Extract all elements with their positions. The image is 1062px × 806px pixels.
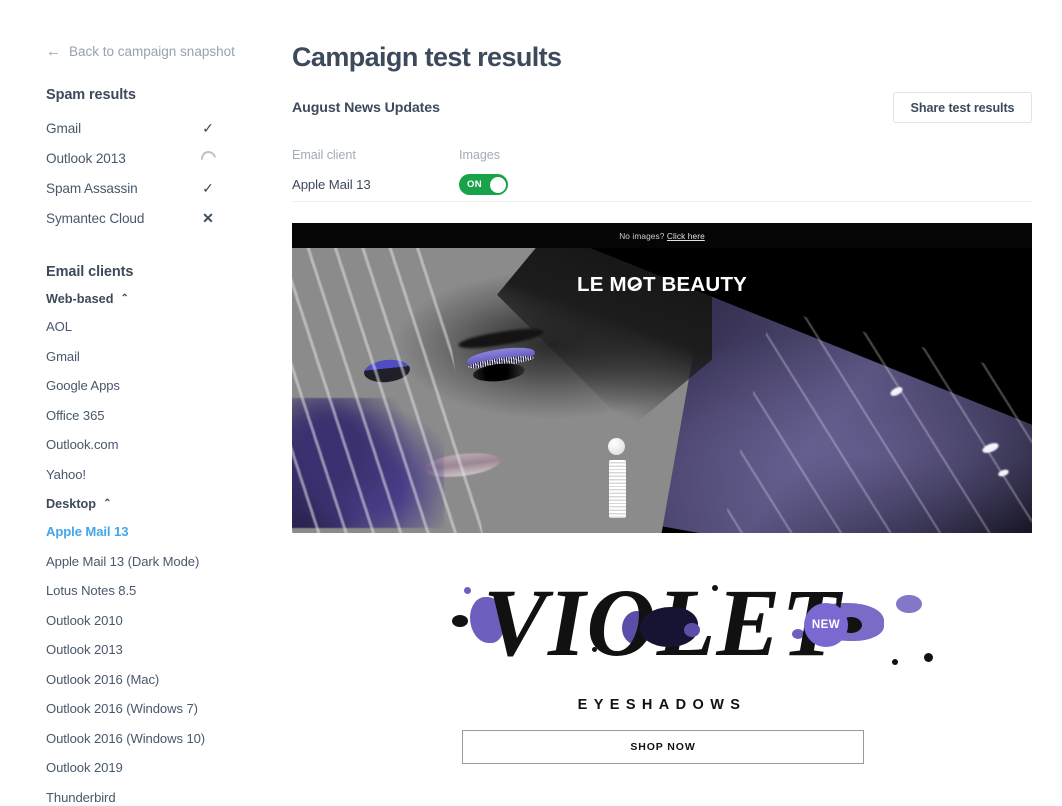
sidebar: ← Back to campaign snapshot Spam results… bbox=[0, 0, 285, 806]
sidebar-item-office-365[interactable]: Office 365 bbox=[46, 401, 285, 431]
spam-result-name: Outlook 2013 bbox=[46, 151, 126, 167]
chevron-up-icon: ⌃ bbox=[103, 497, 112, 509]
email-hero-image: LE MOT BEAUTY bbox=[292, 248, 1032, 533]
paint-splatter bbox=[464, 587, 471, 594]
back-to-campaign-snapshot-link[interactable]: ← Back to campaign snapshot bbox=[46, 43, 285, 61]
sidebar-item-apple-mail-13-dark-mode[interactable]: Apple Mail 13 (Dark Mode) bbox=[46, 547, 285, 577]
spam-result-row-symantec-cloud[interactable]: Symantec Cloud ✕ bbox=[46, 203, 218, 233]
spam-results-heading: Spam results bbox=[46, 87, 136, 103]
meta-email-client-value: Apple Mail 13 bbox=[292, 177, 371, 192]
logo-slashed-o: O bbox=[626, 273, 643, 296]
logo-text-after: T BEAUTY bbox=[642, 273, 748, 296]
group-header-desktop[interactable]: Desktop ⌃ bbox=[46, 497, 285, 511]
share-test-results-button[interactable]: Share test results bbox=[893, 92, 1032, 123]
sidebar-item-outlook-2016-windows-7[interactable]: Outlook 2016 (Windows 7) bbox=[46, 694, 285, 724]
sidebar-item-lotus-notes-85[interactable]: Lotus Notes 8.5 bbox=[46, 576, 285, 606]
sidebar-item-google-apps[interactable]: Google Apps bbox=[46, 371, 285, 401]
sidebar-item-yahoo[interactable]: Yahoo! bbox=[46, 460, 285, 490]
brand-logo: LE MOT BEAUTY bbox=[577, 273, 747, 297]
sidebar-item-apple-mail-13[interactable]: Apple Mail 13 bbox=[46, 517, 285, 547]
images-toggle-label: ON bbox=[467, 179, 482, 190]
check-icon: ✓ bbox=[202, 120, 214, 137]
paint-splatter bbox=[452, 615, 468, 627]
email-preview: No images? Click here LE MOT BEAUTY NEW … bbox=[292, 223, 1032, 806]
group-header-web-based[interactable]: Web-based ⌃ bbox=[46, 292, 285, 306]
paint-splatter bbox=[924, 653, 933, 662]
sidebar-item-outlook-2016-mac[interactable]: Outlook 2016 (Mac) bbox=[46, 665, 285, 695]
spam-result-name: Gmail bbox=[46, 121, 81, 137]
images-toggle[interactable]: ON bbox=[459, 174, 508, 195]
spam-result-name: Symantec Cloud bbox=[46, 210, 145, 226]
email-preheader-bar: No images? Click here bbox=[292, 223, 1032, 248]
sidebar-item-aol[interactable]: AOL bbox=[46, 312, 285, 342]
main-content: Campaign test results August News Update… bbox=[292, 0, 1062, 806]
sidebar-item-outlook-com[interactable]: Outlook.com bbox=[46, 430, 285, 460]
check-icon: ✓ bbox=[202, 179, 214, 196]
email-clients-heading: Email clients bbox=[46, 264, 134, 281]
arrow-left-icon: ← bbox=[46, 42, 61, 60]
meta-table-row: Apple Mail 13 ON bbox=[292, 172, 1032, 197]
section-divider bbox=[292, 201, 1032, 202]
paint-splatter bbox=[896, 595, 922, 613]
product-subtitle-eyeshadows: EYESHADOWS bbox=[577, 697, 747, 713]
paint-splatter bbox=[684, 623, 700, 637]
sidebar-item-outlook-2016-windows-10[interactable]: Outlook 2016 (Windows 10) bbox=[46, 724, 285, 754]
test-meta-table: Email client Images Apple Mail 13 ON bbox=[292, 148, 1032, 197]
logo-text-before: LE M bbox=[577, 273, 627, 296]
spam-result-row-outlook-2013[interactable]: Outlook 2013 bbox=[46, 144, 219, 174]
meta-table-header: Email client Images bbox=[292, 148, 1032, 168]
page-title: Campaign test results bbox=[292, 42, 562, 72]
email-product-block: VIOLET NEW EYESHADOWS bbox=[292, 533, 1032, 713]
sidebar-item-thunderbird[interactable]: Thunderbird bbox=[46, 783, 285, 806]
preheader-click-here-link[interactable]: Click here bbox=[667, 231, 705, 241]
hero-earring-tassel bbox=[609, 460, 626, 518]
spam-result-row-gmail[interactable]: Gmail ✓ bbox=[46, 114, 218, 144]
preheader-text: No images? Click here bbox=[619, 231, 705, 241]
chevron-up-icon: ⌃ bbox=[120, 292, 129, 304]
shop-now-button[interactable]: SHOP NOW bbox=[462, 730, 864, 764]
new-badge: NEW bbox=[804, 603, 848, 647]
sidebar-item-gmail[interactable]: Gmail bbox=[46, 342, 285, 372]
group-label: Desktop bbox=[46, 497, 97, 512]
violet-headline-wrap: VIOLET NEW bbox=[292, 571, 1032, 679]
campaign-name: August News Updates bbox=[292, 100, 440, 116]
back-link-label: Back to campaign snapshot bbox=[69, 44, 235, 59]
spam-result-row-spam-assassin[interactable]: Spam Assassin ✓ bbox=[46, 174, 218, 204]
sidebar-item-outlook-2019[interactable]: Outlook 2019 bbox=[46, 753, 285, 783]
spam-result-name: Spam Assassin bbox=[46, 180, 138, 196]
preheader-label: No images? bbox=[619, 230, 667, 241]
hero-earring-ball bbox=[608, 438, 625, 455]
column-header-email-client: Email client bbox=[292, 148, 356, 162]
sidebar-item-outlook-2013[interactable]: Outlook 2013 bbox=[46, 635, 285, 665]
cross-icon: ✕ bbox=[202, 209, 214, 226]
toggle-knob bbox=[489, 176, 506, 193]
column-header-images: Images bbox=[459, 148, 500, 162]
loading-spinner-icon bbox=[197, 148, 219, 170]
campaign-test-results-page: ← Back to campaign snapshot Spam results… bbox=[0, 0, 1062, 806]
sidebar-item-outlook-2010[interactable]: Outlook 2010 bbox=[46, 606, 285, 636]
group-label: Web-based bbox=[46, 292, 114, 307]
paint-splatter bbox=[892, 659, 898, 665]
